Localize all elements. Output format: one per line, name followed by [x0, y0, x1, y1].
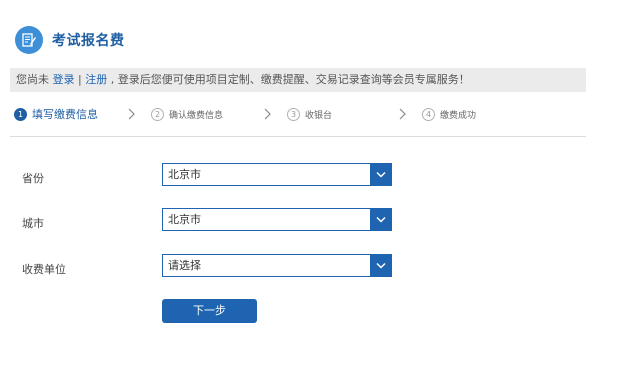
city-value: 北京市: [168, 213, 201, 226]
step-label: 填写缴费信息: [32, 108, 98, 121]
progress-steps: 1 填写缴费信息 2 确认缴费信息 3 收银台 4 缴费成功: [14, 104, 586, 124]
step-label: 收银台: [305, 110, 333, 121]
page: 考试报名费 您尚未 登录 | 注册 , 登录后您便可使用项目定制、缴费提醒、交易…: [0, 0, 617, 382]
step-number: 2: [151, 107, 164, 121]
city-select[interactable]: 北京市: [162, 208, 392, 231]
page-header: 考试报名费: [15, 25, 125, 55]
login-notice: 您尚未 登录 | 注册 , 登录后您便可使用项目定制、缴费提醒、交易记录查询等会…: [10, 68, 586, 92]
divider: [10, 136, 586, 137]
unit-value: 请选择: [168, 259, 201, 272]
province-value: 北京市: [168, 168, 201, 181]
login-link[interactable]: 登录: [53, 73, 75, 86]
step-number: 1: [14, 107, 27, 121]
chevron-down-icon[interactable]: [370, 209, 391, 230]
step-success: 4 缴费成功: [422, 104, 476, 124]
step-cashier: 3 收银台: [287, 104, 332, 124]
notice-separator: |: [74, 73, 86, 86]
chevron-right-icon: [128, 104, 136, 124]
step-label: 确认缴费信息: [169, 110, 224, 121]
chevron-right-icon: [399, 104, 407, 124]
step-number: 3: [287, 107, 300, 121]
chevron-down-icon[interactable]: [370, 255, 391, 276]
next-step-button[interactable]: 下一步: [162, 299, 257, 323]
province-label: 省份: [22, 172, 44, 185]
page-title: 考试报名费: [52, 33, 125, 49]
notice-prefix: 您尚未: [16, 73, 53, 86]
step-fill-info: 1 填写缴费信息: [14, 104, 98, 124]
chevron-down-icon[interactable]: [370, 164, 391, 185]
step-confirm-info: 2 确认缴费信息: [151, 104, 223, 124]
unit-select[interactable]: 请选择: [162, 254, 392, 277]
unit-label: 收费单位: [22, 263, 66, 276]
city-label: 城市: [22, 217, 44, 230]
form-edit-icon: [15, 26, 43, 54]
notice-suffix: , 登录后您便可使用项目定制、缴费提醒、交易记录查询等会员专属服务！: [107, 73, 470, 86]
province-select[interactable]: 北京市: [162, 163, 392, 186]
step-label: 缴费成功: [440, 110, 477, 121]
register-link[interactable]: 注册: [85, 73, 107, 86]
step-number: 4: [422, 107, 435, 121]
chevron-right-icon: [264, 104, 272, 124]
